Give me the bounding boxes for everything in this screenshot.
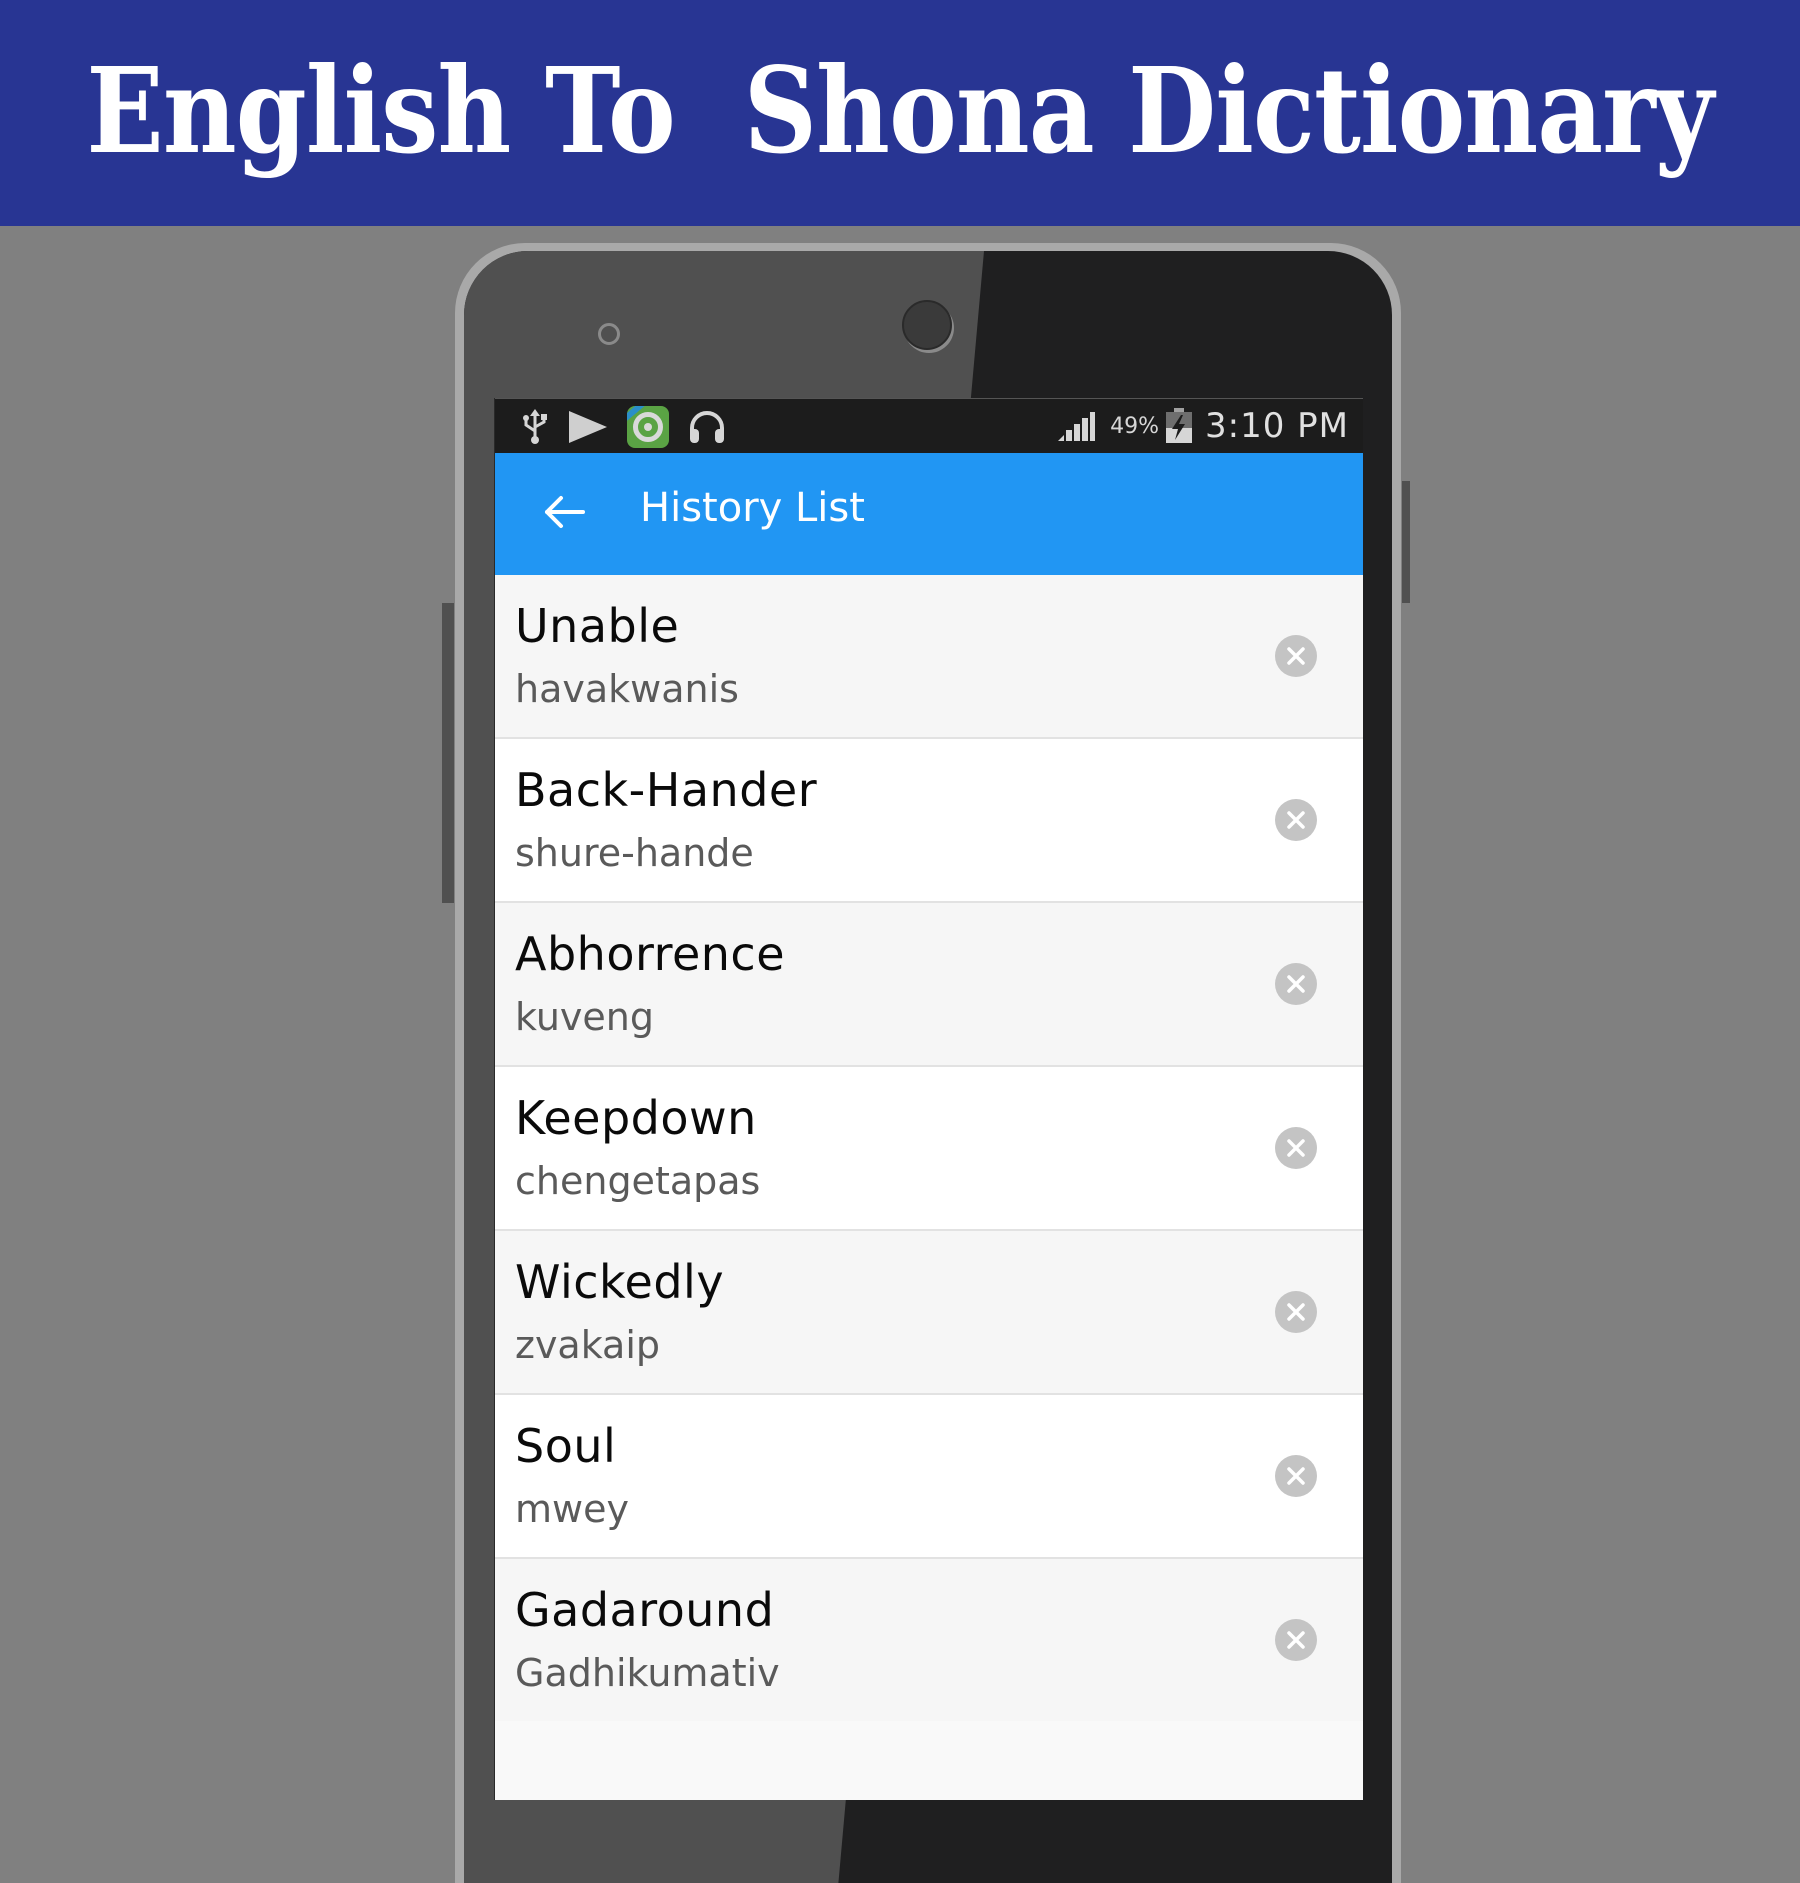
history-item[interactable]: Unable havakwanis — [495, 575, 1363, 739]
battery-percent: 49% — [1110, 413, 1159, 439]
history-item[interactable]: Soul mwey — [495, 1395, 1363, 1559]
close-circle-icon — [1287, 975, 1305, 993]
page-title: History List — [640, 485, 865, 531]
english-word: Wickedly — [515, 1255, 725, 1309]
shona-translation: kuveng — [515, 995, 654, 1039]
delete-item-button[interactable] — [1275, 799, 1317, 841]
history-item[interactable]: Abhorrence kuveng — [495, 903, 1363, 1067]
history-item[interactable]: Gadaround Gadhikumativ — [495, 1559, 1363, 1721]
front-camera-icon — [902, 300, 952, 350]
signal-icon — [1056, 410, 1096, 442]
phone-volume-button — [442, 603, 454, 903]
banner-title: English To Shona Dictionary — [86, 40, 1714, 180]
english-word: Back-Hander — [515, 763, 818, 817]
status-bar: 49% 3:10 PM — [495, 398, 1363, 453]
promo-banner: English To Shona Dictionary — [0, 0, 1800, 226]
history-item[interactable]: Back-Hander shure-hande — [495, 739, 1363, 903]
history-item[interactable]: Wickedly zvakaip — [495, 1231, 1363, 1395]
shona-translation: chengetapas — [515, 1159, 761, 1203]
shona-translation: Gadhikumativ — [515, 1651, 780, 1695]
english-word: Gadaround — [515, 1583, 775, 1637]
usb-icon — [521, 409, 549, 445]
proximity-sensor-icon — [598, 323, 620, 345]
phone-power-button — [1402, 481, 1410, 603]
headphones-icon — [687, 409, 727, 445]
status-clock: 3:10 PM — [1205, 406, 1349, 446]
phone-screen: 49% 3:10 PM History List Unable havakwan… — [494, 398, 1363, 1800]
history-item[interactable]: Keepdown chengetapas — [495, 1067, 1363, 1231]
delete-item-button[interactable] — [1275, 963, 1317, 1005]
history-list: Unable havakwanis Back-Hander shure-hand… — [495, 575, 1363, 1721]
app-bar: History List — [495, 453, 1363, 575]
shona-translation: havakwanis — [515, 667, 739, 711]
english-word: Keepdown — [515, 1091, 757, 1145]
close-circle-icon — [1287, 1139, 1305, 1157]
delete-item-button[interactable] — [1275, 635, 1317, 677]
english-word: Soul — [515, 1419, 617, 1473]
shona-translation: zvakaip — [515, 1323, 661, 1367]
english-word: Unable — [515, 599, 680, 653]
battery-charging-icon — [1165, 408, 1193, 444]
close-circle-icon — [1287, 811, 1305, 829]
back-button[interactable] — [539, 489, 589, 539]
delete-item-button[interactable] — [1275, 1291, 1317, 1333]
shona-translation: shure-hande — [515, 831, 754, 875]
arrow-left-icon — [543, 494, 585, 534]
delete-item-button[interactable] — [1275, 1619, 1317, 1661]
close-circle-icon — [1287, 1631, 1305, 1649]
notification-icons — [521, 406, 745, 448]
close-circle-icon — [1287, 1467, 1305, 1485]
system-icons: 49% 3:10 PM — [1056, 405, 1349, 447]
green-app-icon — [627, 406, 669, 448]
shona-translation: mwey — [515, 1487, 629, 1531]
close-circle-icon — [1287, 1303, 1305, 1321]
delete-item-button[interactable] — [1275, 1455, 1317, 1497]
play-store-icon — [567, 409, 609, 445]
delete-item-button[interactable] — [1275, 1127, 1317, 1169]
english-word: Abhorrence — [515, 927, 786, 981]
close-circle-icon — [1287, 647, 1305, 665]
